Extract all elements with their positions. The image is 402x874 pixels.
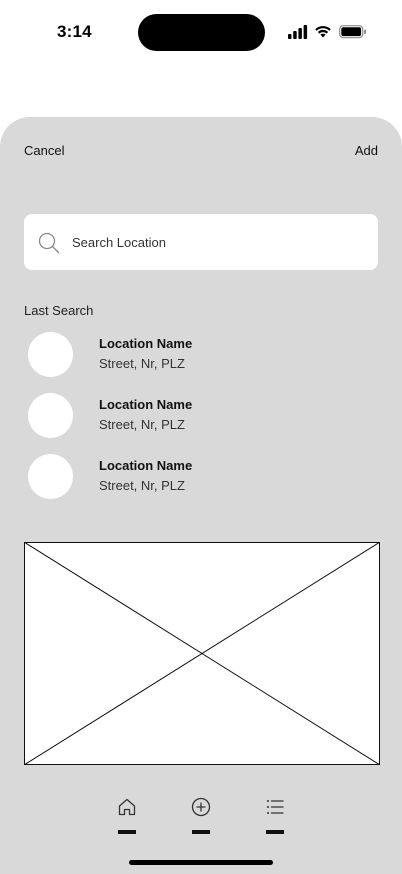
image-placeholder-icon [24, 542, 380, 765]
location-avatar [28, 454, 73, 499]
map-placeholder[interactable] [24, 542, 380, 765]
location-avatar [28, 393, 73, 438]
search-icon [38, 232, 60, 254]
list-icon [267, 800, 284, 814]
battery-icon [339, 25, 366, 39]
list-item[interactable]: Location Name Street, Nr, PLZ [0, 391, 402, 452]
add-button[interactable]: Add [355, 143, 378, 158]
dynamic-island [138, 14, 265, 51]
location-avatar [28, 332, 73, 377]
wifi-icon [315, 26, 331, 38]
cancel-button[interactable]: Cancel [24, 143, 64, 158]
tab-list[interactable] [260, 789, 290, 839]
location-address: Street, Nr, PLZ [99, 356, 185, 371]
last-search-list: Location Name Street, Nr, PLZ Location N… [0, 330, 402, 513]
location-name: Location Name [99, 397, 193, 412]
status-bar: 3:14 [0, 0, 402, 64]
list-item[interactable]: Location Name Street, Nr, PLZ [0, 330, 402, 391]
sheet-header: Cancel Add [0, 117, 402, 177]
last-search-title: Last Search [24, 303, 94, 318]
location-sheet: Cancel Add Last Search Location Name Str… [0, 117, 402, 874]
add-circle-icon [191, 797, 211, 817]
tab-indicator [192, 830, 210, 834]
home-icon [118, 798, 136, 816]
search-input[interactable] [72, 232, 362, 252]
screen: 3:14 Cancel Add Search Location Last Sea… [0, 0, 402, 874]
location-name: Location Name [99, 458, 193, 473]
tab-home[interactable] [112, 789, 142, 839]
tab-indicator [266, 830, 284, 834]
search-box[interactable] [24, 214, 378, 270]
home-indicator[interactable] [129, 860, 273, 865]
status-time: 3:14 [57, 22, 92, 41]
tab-indicator [118, 830, 136, 834]
status-icons [288, 24, 368, 40]
cellular-signal-icon [288, 25, 308, 39]
location-address: Street, Nr, PLZ [99, 478, 185, 493]
list-item[interactable]: Location Name Street, Nr, PLZ [0, 452, 402, 513]
tab-add[interactable] [186, 789, 216, 839]
location-name: Location Name [99, 336, 193, 351]
location-address: Street, Nr, PLZ [99, 417, 185, 432]
tab-bar [0, 789, 402, 849]
